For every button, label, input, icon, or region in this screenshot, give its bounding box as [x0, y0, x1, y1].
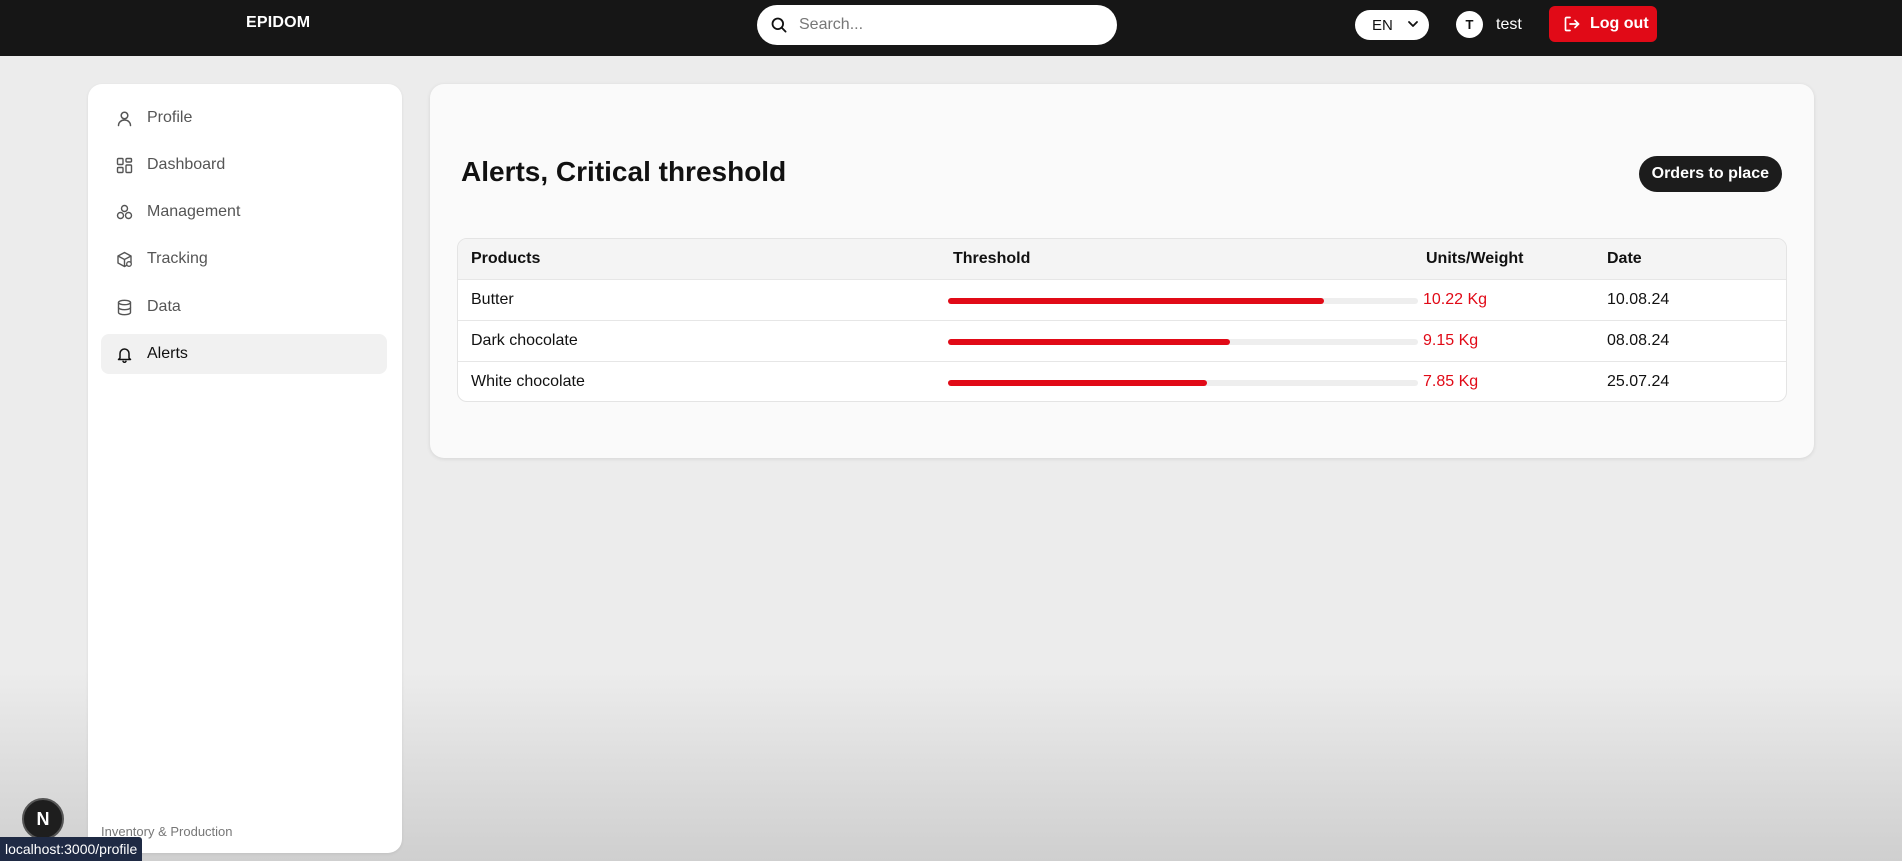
- sidebar-item-dashboard[interactable]: Dashboard: [101, 145, 387, 185]
- sidebar-item-label: Data: [147, 298, 181, 315]
- column-header-threshold[interactable]: Threshold: [953, 239, 1030, 279]
- product-name: White chocolate: [471, 373, 585, 390]
- sidebar-item-label: Dashboard: [147, 156, 226, 173]
- chevron-down-icon: [1408, 21, 1418, 27]
- threshold-bar: [948, 339, 1418, 345]
- dev-tools-badge[interactable]: N: [22, 798, 64, 840]
- sidebar-item-alerts[interactable]: Alerts: [101, 334, 387, 374]
- user-icon: [117, 110, 132, 126]
- table-row[interactable]: Butter 10.22 Kg 10.08.24: [458, 279, 1786, 320]
- sidebar-item-data[interactable]: Data: [101, 287, 387, 327]
- logout-label: Log out: [1590, 15, 1649, 32]
- avatar: T: [1456, 11, 1483, 38]
- date-value: 10.08.24: [1607, 291, 1670, 308]
- logout-button[interactable]: Log out: [1549, 6, 1657, 42]
- search-box[interactable]: [757, 5, 1117, 45]
- page-title: Alerts, Critical threshold: [461, 156, 787, 187]
- search-input[interactable]: [799, 16, 1079, 34]
- sidebar-item-tracking[interactable]: Tracking: [101, 239, 387, 279]
- language-select[interactable]: EN: [1355, 10, 1429, 40]
- bell-icon: [117, 347, 132, 363]
- weight-value: 7.85 Kg: [1423, 373, 1479, 390]
- sidebar-item-label: Profile: [147, 109, 193, 126]
- management-icon: [116, 204, 133, 219]
- threshold-bar: [948, 380, 1418, 386]
- logout-icon: [1564, 16, 1580, 32]
- sidebar-item-profile[interactable]: Profile: [101, 98, 387, 138]
- database-icon: [117, 299, 132, 315]
- table-row[interactable]: White chocolate 7.85 Kg 25.07.24: [458, 361, 1786, 401]
- column-header-date[interactable]: Date: [1607, 239, 1642, 279]
- sidebar: Profile Dashboard Management Tracking Da…: [88, 84, 402, 853]
- sidebar-item-label: Alerts: [147, 345, 188, 362]
- threshold-fill: [948, 298, 1324, 304]
- status-bar-url: localhost:3000/profile: [0, 837, 143, 861]
- table-row[interactable]: Dark chocolate 9.15 Kg 08.08.24: [458, 320, 1786, 361]
- product-name: Dark chocolate: [471, 332, 578, 349]
- dashboard-icon: [116, 157, 133, 173]
- sidebar-item-label: Tracking: [147, 250, 208, 267]
- column-header-units-weight[interactable]: Units/Weight: [1426, 239, 1523, 279]
- weight-value: 10.22 Kg: [1423, 291, 1488, 308]
- package-icon: [117, 251, 132, 267]
- search-icon: [771, 17, 787, 33]
- column-header-products[interactable]: Products: [471, 239, 540, 279]
- sidebar-item-management[interactable]: Management: [101, 192, 387, 232]
- alerts-table: Products Threshold Units/Weight Date But…: [457, 238, 1787, 402]
- date-value: 08.08.24: [1607, 332, 1670, 349]
- top-navbar: EPIDOM EN T test Log out: [0, 0, 1902, 56]
- threshold-fill: [948, 380, 1207, 386]
- threshold-fill: [948, 339, 1230, 345]
- app-logo[interactable]: EPIDOM: [246, 14, 310, 32]
- alerts-panel: Alerts, Critical threshold Orders to pla…: [430, 84, 1814, 458]
- table-header: Products Threshold Units/Weight Date: [458, 239, 1786, 279]
- user-name: test: [1496, 15, 1522, 33]
- threshold-bar: [948, 298, 1418, 304]
- product-name: Butter: [471, 291, 514, 308]
- language-value: EN: [1372, 16, 1393, 34]
- date-value: 25.07.24: [1607, 373, 1670, 390]
- orders-to-place-button[interactable]: Orders to place: [1638, 156, 1782, 192]
- user-menu[interactable]: T test: [1456, 11, 1522, 38]
- logo-text: EPIDOM: [246, 14, 311, 31]
- sidebar-item-label: Management: [147, 203, 241, 220]
- weight-value: 9.15 Kg: [1423, 332, 1479, 349]
